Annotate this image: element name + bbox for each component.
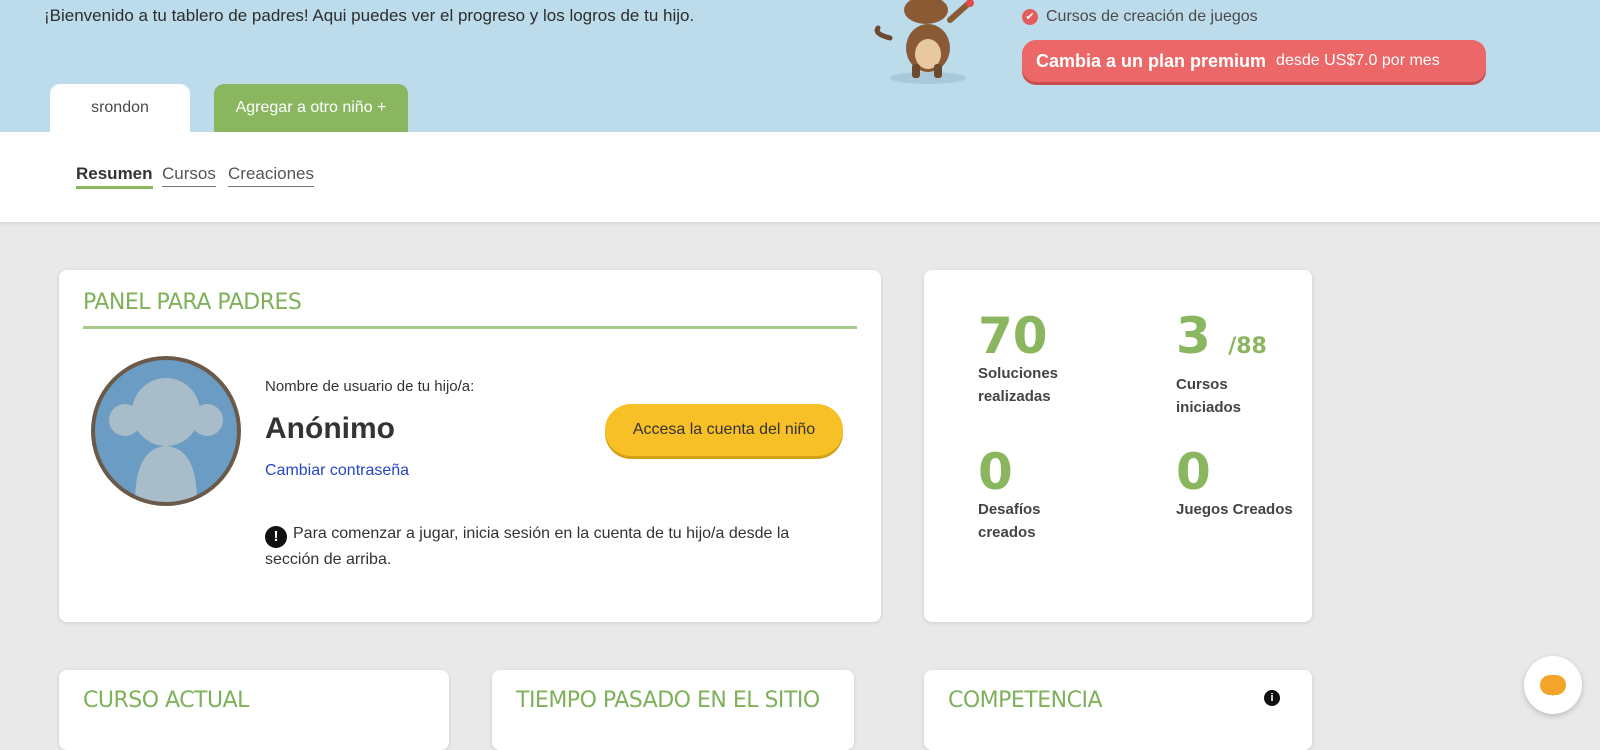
login-notice-text: Para comenzar a jugar, inicia sesión en …	[265, 525, 790, 568]
chat-icon	[1540, 675, 1566, 696]
competence-title: COMPETENCIA	[948, 688, 1103, 713]
stat-solutions: 70 Soluciones realizadas	[978, 310, 1098, 408]
premium-main-label: Cambia a un plan premium	[1036, 50, 1267, 71]
welcome-text: ¡Bienvenido a tu tablero de padres! Aqui…	[44, 6, 695, 25]
stats-card: 70 Soluciones realizadas 3 /88 Cursos in…	[924, 270, 1312, 622]
monkey-mascot-icon	[874, 0, 974, 84]
stat-games-label: Juegos Creados	[1176, 501, 1293, 518]
sub-navigation: Resumen Cursos Creaciones	[0, 132, 1600, 222]
time-spent-card: TIEMPO PASADO EN EL SITIO	[492, 670, 854, 750]
chat-button[interactable]	[1524, 656, 1582, 714]
subnav-creaciones[interactable]: Creaciones	[228, 164, 314, 187]
premium-upgrade-button[interactable]: Cambia a un plan premium desde US$7.0 po…	[1022, 40, 1486, 82]
stat-challenges-label: Desafíos creados	[978, 501, 1041, 541]
stat-courses-total: /88	[1228, 334, 1267, 359]
avatar-silhouette-icon	[98, 363, 234, 502]
access-child-account-button[interactable]: Accesa la cuenta del niño	[605, 404, 843, 456]
panel-title-rule	[83, 326, 857, 329]
stat-challenges-value: 0	[978, 443, 1013, 501]
time-spent-title: TIEMPO PASADO EN EL SITIO	[516, 688, 820, 713]
username-value: Anónimo	[265, 412, 395, 445]
subnav-resumen[interactable]: Resumen	[76, 164, 153, 189]
subnav-cursos[interactable]: Cursos	[162, 164, 216, 187]
change-password-link[interactable]: Cambiar contraseña	[265, 462, 409, 480]
current-course-card: CURSO ACTUAL	[59, 670, 449, 750]
stat-courses-value: 3	[1176, 307, 1211, 365]
stat-courses-label: Cursos iniciados	[1176, 376, 1242, 416]
stat-games: 0 Juegos Creados	[1176, 446, 1296, 521]
premium-price-label: desde US$7.0 por mes	[1276, 52, 1440, 69]
top-banner: ¡Bienvenido a tu tablero de padres! Aqui…	[0, 0, 1600, 132]
competence-card: COMPETENCIA i	[924, 670, 1312, 750]
stat-courses: 3 /88 Cursos iniciados	[1176, 310, 1296, 419]
check-circle-icon: ✔	[1022, 9, 1038, 25]
login-notice: ! Para comenzar a jugar, inicia sesión en…	[265, 522, 825, 572]
feature-label: Cursos de creación de juegos	[1046, 8, 1258, 25]
stat-challenges: 0 Desafíos creados	[978, 446, 1098, 544]
stat-solutions-value: 70	[978, 307, 1048, 365]
stat-solutions-label: Soluciones realizadas	[978, 365, 1059, 405]
tab-child-srondon[interactable]: srondon	[50, 84, 190, 132]
stat-games-value: 0	[1176, 443, 1211, 501]
info-icon[interactable]: i	[1264, 690, 1280, 706]
feature-item: ✔ Cursos de creación de juegos	[1022, 8, 1258, 26]
avatar	[91, 356, 241, 506]
username-label: Nombre de usuario de tu hijo/a:	[265, 378, 475, 395]
add-child-tab[interactable]: Agregar a otro niño +	[214, 84, 408, 132]
panel-title: PANEL PARA PADRES	[83, 290, 302, 315]
current-course-title: CURSO ACTUAL	[83, 688, 249, 713]
parent-panel-card: PANEL PARA PADRES Nombre de usuario de t…	[59, 270, 881, 622]
exclamation-icon: !	[265, 526, 287, 548]
